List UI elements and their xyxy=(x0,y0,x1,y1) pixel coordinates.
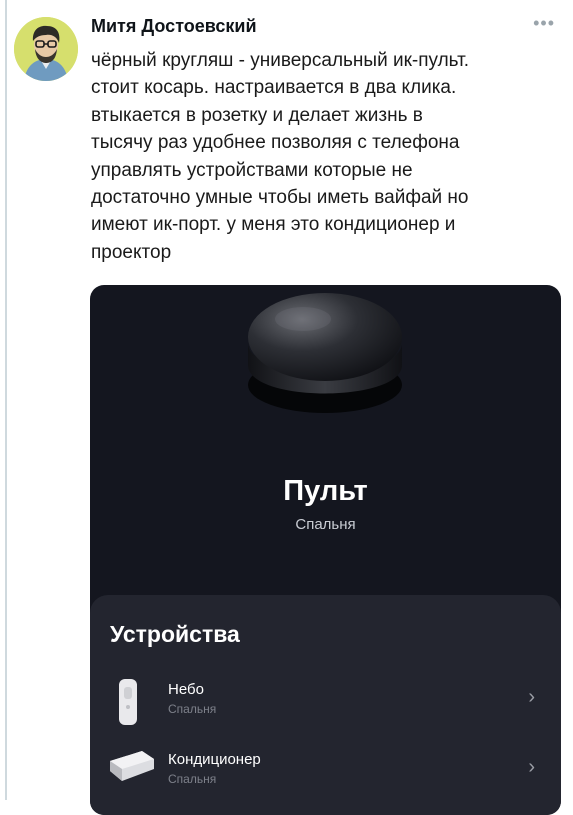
chevron-right-icon: › xyxy=(528,686,535,708)
tweet-line: втыкается в розетку и делает жизнь в xyxy=(91,104,423,126)
avatar-illustration xyxy=(14,17,78,81)
tweet-line: тысячу раз удобнее позволяя с телефона xyxy=(91,132,460,154)
attached-screenshot[interactable]: Пульт Спальня Устройства Небо Спальня › … xyxy=(90,285,561,815)
author-name[interactable]: Митя Достоевский xyxy=(91,16,257,37)
device-room: Спальня xyxy=(295,516,356,533)
thread-line xyxy=(5,0,7,800)
tweet-line: стоит косарь. настраивается в два клика. xyxy=(91,77,457,99)
tweet-line: достаточно умные чтобы иметь вайфай но xyxy=(91,187,469,209)
tweet-text: чёрный кругляш - универсальный ик-пульт.… xyxy=(91,47,556,266)
ir-remote-hub-image xyxy=(248,293,402,413)
air-conditioner-icon xyxy=(110,751,154,781)
device-room-label: Спальня xyxy=(168,772,217,786)
devices-panel: Устройства Небо Спальня › Кондиционер Сп… xyxy=(90,595,561,815)
avatar[interactable] xyxy=(14,17,78,81)
tweet-line: имеют ик-порт. у меня это кондиционер и xyxy=(91,214,456,236)
device-name: Кондиционер xyxy=(168,751,261,768)
chevron-right-icon: › xyxy=(528,756,535,778)
device-row-nebo[interactable]: Небо Спальня › xyxy=(90,677,561,737)
device-row-conditioner[interactable]: Кондиционер Спальня › xyxy=(90,747,561,807)
tweet-line: чёрный кругляш - универсальный ик-пульт. xyxy=(91,50,469,71)
devices-heading: Устройства xyxy=(110,621,240,647)
device-title: Пульт xyxy=(283,475,368,507)
device-room-label: Спальня xyxy=(168,702,217,716)
remote-icon xyxy=(119,679,137,725)
device-name: Небо xyxy=(168,681,204,698)
tweet-line: управлять устройствами которые не xyxy=(91,159,413,181)
more-icon[interactable]: ••• xyxy=(533,13,555,34)
tweet-line: проектор xyxy=(91,241,172,263)
